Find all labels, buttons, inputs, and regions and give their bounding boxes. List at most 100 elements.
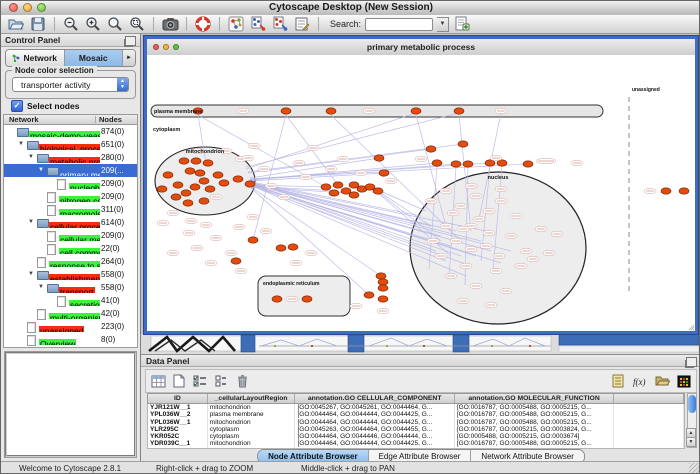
- help-lifebuoy-button[interactable]: [194, 16, 212, 33]
- graph-node[interactable]: [326, 108, 336, 114]
- column-header[interactable]: annotation.GO MOLECULAR_FUNCTION: [455, 394, 614, 403]
- graph-node[interactable]: [203, 160, 213, 166]
- tree-row[interactable]: nitrogen compound209(0): [4, 190, 137, 203]
- expand-arrow-icon[interactable]: ▼: [38, 167, 44, 173]
- delete-attribute-trash-button[interactable]: [233, 373, 251, 390]
- node-color-select[interactable]: transporter activity ▲▼: [12, 77, 129, 92]
- search-plus-button[interactable]: [453, 16, 471, 33]
- float-data-panel-icon[interactable]: [686, 357, 697, 367]
- float-panel-icon[interactable]: [125, 36, 136, 46]
- tree-row[interactable]: multi-organism proc42(0): [4, 307, 137, 320]
- tree-row[interactable]: cellular metabolic209(0): [4, 229, 137, 242]
- graph-node[interactable]: [199, 198, 209, 204]
- table-scrollbar[interactable]: ▲ ▼: [687, 393, 697, 448]
- tree-row[interactable]: response to stimulus264(0): [4, 255, 137, 268]
- import-attributes-button[interactable]: [609, 373, 627, 390]
- graph-node[interactable]: [179, 158, 189, 164]
- graph-node[interactable]: [191, 158, 201, 164]
- graph-node[interactable]: [432, 160, 442, 166]
- table-row[interactable]: YKR052Ccytoplasm[GO:0044464, GO:0044446,…: [148, 433, 684, 440]
- graph-node[interactable]: [163, 172, 173, 178]
- expand-arrow-icon[interactable]: ▼: [18, 141, 24, 147]
- attribute-form-button[interactable]: [293, 16, 311, 33]
- graph-node[interactable]: [199, 178, 209, 184]
- graph-node[interactable]: [374, 155, 384, 161]
- graph-node[interactable]: [248, 237, 258, 243]
- save-session-button[interactable]: [29, 16, 47, 33]
- minimize-window-icon[interactable]: [23, 3, 32, 12]
- expand-arrow-icon[interactable]: ▼: [28, 219, 34, 225]
- graph-node[interactable]: [411, 108, 421, 114]
- graph-node[interactable]: [219, 180, 229, 186]
- open-attributes-folder-button[interactable]: [653, 373, 671, 390]
- graph-node[interactable]: [523, 161, 533, 167]
- table-row[interactable]: YPL036W__1mitochondrion[GO:0044464, GO:0…: [148, 419, 684, 426]
- zoom-selected-button[interactable]: [128, 16, 146, 33]
- graph-node[interactable]: [321, 184, 331, 190]
- close-window-icon[interactable]: [9, 3, 18, 12]
- open-file-button[interactable]: [7, 16, 25, 33]
- graph-node[interactable]: [463, 161, 473, 167]
- tree-row[interactable]: ▼establishment of loc558(0): [4, 268, 137, 281]
- tree-row[interactable]: mosaic-demo-yeast874(0): [4, 125, 137, 138]
- node-mapping-blue-button[interactable]: [249, 16, 267, 33]
- graph-node[interactable]: [288, 244, 298, 250]
- graph-node[interactable]: [173, 182, 183, 188]
- column-header[interactable]: _cellularLayoutRegion: [208, 394, 296, 403]
- column-header[interactable]: ID: [148, 394, 208, 403]
- select-nodes-checkbox[interactable]: ✓: [11, 100, 23, 112]
- graph-node[interactable]: [195, 170, 205, 176]
- canvas-resize-grip[interactable]: [689, 325, 694, 330]
- graph-node[interactable]: [379, 170, 389, 176]
- graph-node[interactable]: [185, 168, 195, 174]
- graph-node[interactable]: [245, 181, 255, 187]
- frame-close-icon[interactable]: [153, 44, 159, 50]
- function-builder-button[interactable]: f(x): [631, 373, 649, 390]
- unselect-attributes-button[interactable]: [212, 373, 230, 390]
- graph-node[interactable]: [183, 200, 193, 206]
- graph-node[interactable]: [458, 141, 468, 147]
- tree-row[interactable]: Overview8(0): [4, 333, 137, 346]
- graph-node[interactable]: [364, 292, 374, 298]
- frame-minimize-icon[interactable]: [163, 44, 169, 50]
- graph-node[interactable]: [171, 194, 181, 200]
- graph-node[interactable]: [157, 186, 167, 192]
- graph-node[interactable]: [329, 190, 339, 196]
- graph-node[interactable]: [181, 190, 191, 196]
- tree-column-nodes[interactable]: Nodes: [99, 115, 122, 125]
- graph-node[interactable]: [454, 108, 464, 114]
- graph-node[interactable]: [302, 296, 312, 302]
- network-overview-button[interactable]: [227, 16, 245, 33]
- table-row[interactable]: YPL036W__2plasma membrane[GO:0044464, GO…: [148, 411, 684, 418]
- graph-node[interactable]: [272, 296, 282, 302]
- graph-node[interactable]: [378, 285, 388, 291]
- graph-node[interactable]: [281, 108, 291, 114]
- tree-row[interactable]: unassigned223(0): [4, 320, 137, 333]
- expand-arrow-icon[interactable]: ▼: [38, 284, 44, 290]
- search-input[interactable]: [365, 18, 433, 31]
- snapshot-camera-button[interactable]: [161, 16, 179, 33]
- graph-node[interactable]: [378, 279, 388, 285]
- tree-row[interactable]: macromolecule311(0): [4, 203, 137, 216]
- zoom-fit-button[interactable]: [106, 16, 124, 33]
- matrix-heatmap-button[interactable]: [675, 373, 693, 390]
- tree-row[interactable]: ▼primary metabolic process209(...: [4, 164, 137, 177]
- graph-node[interactable]: [205, 186, 215, 192]
- graph-node[interactable]: [679, 188, 689, 194]
- graph-node[interactable]: [213, 172, 223, 178]
- expand-arrow-icon[interactable]: ▼: [28, 271, 34, 277]
- select-attributes-button[interactable]: [191, 373, 209, 390]
- network-window-titlebar[interactable]: primary metabolic process: [147, 39, 695, 56]
- network-canvas[interactable]: plasma membranecytoplasmmitochondrionnuc…: [147, 55, 695, 331]
- expand-arrow-icon[interactable]: ▼: [28, 154, 34, 160]
- graph-node[interactable]: [373, 188, 383, 194]
- tree-column-network[interactable]: Network: [9, 115, 39, 125]
- graph-node[interactable]: [376, 273, 386, 279]
- column-header[interactable]: annotation.GO CELLULAR_COMPONENT: [295, 394, 454, 403]
- search-dropdown-icon[interactable]: ▼: [437, 17, 449, 32]
- frame-zoom-icon[interactable]: [173, 44, 179, 50]
- tree-row[interactable]: ▼transport558(0): [4, 281, 137, 294]
- tab-mosaic[interactable]: Mosaic: [65, 50, 124, 66]
- zoom-in-button[interactable]: [84, 16, 102, 33]
- graph-node[interactable]: [378, 296, 388, 302]
